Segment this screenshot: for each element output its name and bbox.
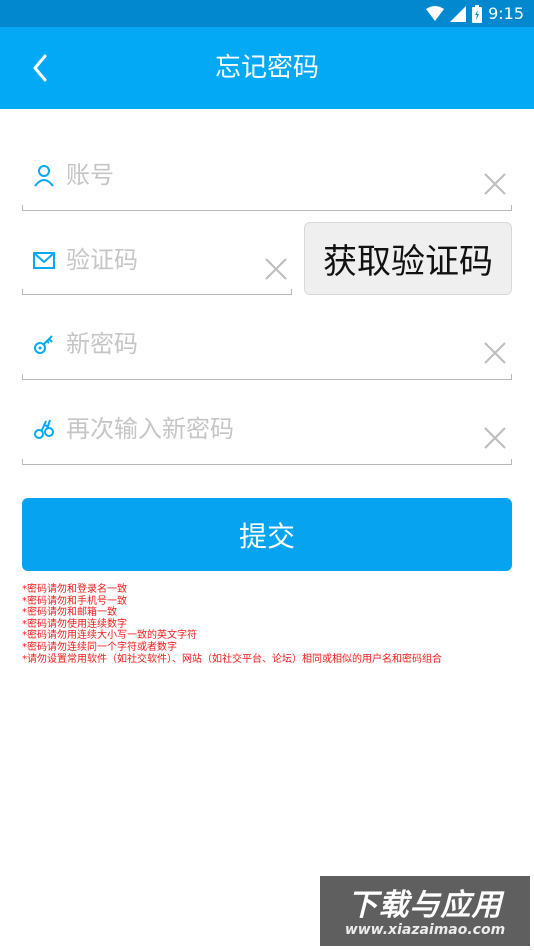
user-icon bbox=[34, 165, 54, 187]
rule-item: *密码请勿和手机号一致 bbox=[22, 595, 127, 607]
battery-icon bbox=[472, 4, 483, 23]
code-input[interactable] bbox=[66, 232, 246, 288]
watermark-title: 下载与应用 bbox=[347, 888, 503, 923]
watermark: 下载与应用 www.xiazaimao.com bbox=[320, 876, 530, 946]
rule-item: *请勿设置常用软件（如社交软件）、网站（如社交平台、论坛）相同或相似的用户名和密… bbox=[22, 653, 442, 665]
close-icon bbox=[484, 173, 506, 195]
clear-account-button[interactable] bbox=[480, 169, 510, 199]
page-title: 忘记密码 bbox=[214, 53, 319, 83]
clear-confirm-password-button[interactable] bbox=[480, 423, 510, 453]
key-icon bbox=[34, 335, 53, 354]
wifi-icon bbox=[426, 5, 445, 21]
app-bar: 忘记密码 bbox=[0, 27, 534, 109]
signal-icon bbox=[450, 5, 467, 22]
chevron-left-icon bbox=[33, 54, 47, 82]
account-field bbox=[22, 147, 512, 211]
submit-button[interactable]: 提交 bbox=[22, 498, 512, 571]
account-input[interactable] bbox=[66, 147, 466, 203]
rule-item: *密码请勿和邮箱一致 bbox=[22, 607, 117, 619]
back-button[interactable] bbox=[20, 47, 60, 89]
confirm-password-field bbox=[22, 401, 512, 465]
mail-icon bbox=[33, 252, 55, 269]
new-password-field bbox=[22, 316, 512, 380]
rule-item: *密码请勿使用连续数字 bbox=[22, 618, 127, 630]
watermark-url: www.xiazaimao.com bbox=[344, 922, 506, 938]
code-field bbox=[22, 232, 292, 295]
rule-item: *密码请勿用连续大小写一致的英文字符 bbox=[22, 630, 197, 642]
new-password-input[interactable] bbox=[66, 316, 466, 372]
close-icon bbox=[484, 342, 506, 364]
get-code-button[interactable]: 获取验证码 bbox=[304, 222, 512, 295]
status-bar: 9:15 bbox=[0, 0, 534, 27]
rule-item: *密码请勿和登录名一致 bbox=[22, 584, 127, 595]
keys-icon bbox=[34, 419, 54, 439]
password-rules: *密码请勿和登录名一致 *密码请勿和手机号一致 *密码请勿和邮箱一致 *密码请勿… bbox=[22, 584, 442, 665]
close-icon bbox=[265, 258, 287, 280]
rule-item: *密码请勿连续同一个字符或者数字 bbox=[22, 641, 177, 653]
clear-new-password-button[interactable] bbox=[480, 338, 510, 368]
status-time: 9:15 bbox=[488, 4, 524, 23]
close-icon bbox=[484, 427, 506, 449]
confirm-password-input[interactable] bbox=[66, 401, 466, 457]
clear-code-button[interactable] bbox=[261, 254, 291, 284]
